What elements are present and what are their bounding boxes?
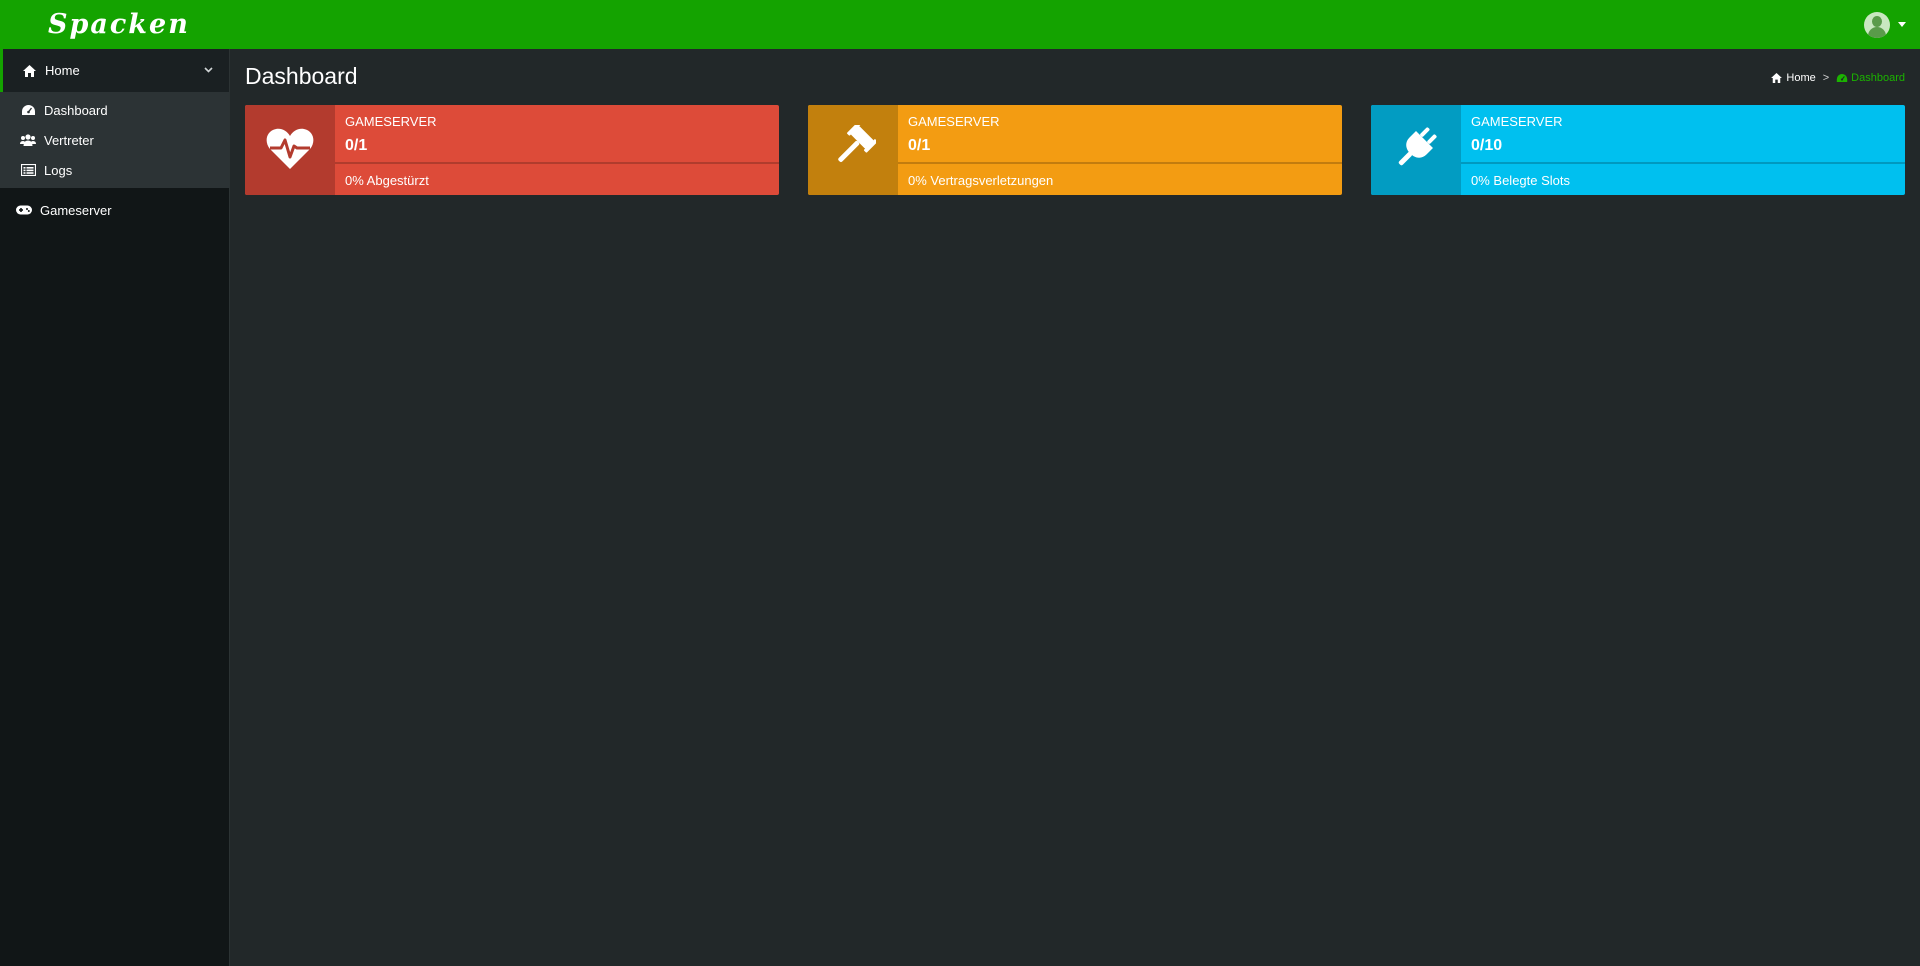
- info-box-content: GAMESERVER 0/1 0% Vertragsverletzungen: [898, 105, 1342, 195]
- sidebar: Home Dashboard Vertreter Logs Gameserver: [0, 49, 230, 966]
- chevron-down-icon[interactable]: [204, 64, 213, 76]
- page-title: Dashboard: [245, 63, 358, 89]
- user-avatar-icon[interactable]: [1864, 11, 1890, 38]
- app-logo[interactable]: Spacken: [48, 9, 190, 40]
- dashboard-icon: [1836, 73, 1848, 83]
- breadcrumb: Home > Dashboard: [1770, 72, 1905, 84]
- sidebar-item-home-label: Home: [45, 63, 80, 78]
- breadcrumb-separator: >: [1822, 72, 1830, 84]
- sidebar-item-logs[interactable]: Logs: [0, 155, 229, 185]
- info-box-label: GAMESERVER: [908, 114, 1000, 129]
- heartbeat-icon: [266, 127, 314, 174]
- list-icon: [20, 164, 36, 176]
- info-box-number: 0/10: [1471, 137, 1503, 154]
- info-box-row: GAMESERVER 0/1 0% Abgestürzt GAMESERVER …: [245, 105, 1905, 195]
- info-box-label: GAMESERVER: [345, 114, 437, 129]
- sidebar-item-dashboard[interactable]: Dashboard: [0, 95, 229, 125]
- sidebar-item-label: Gameserver: [40, 202, 112, 218]
- gamepad-icon: [16, 205, 32, 215]
- info-box-icon: [1371, 105, 1461, 195]
- breadcrumb-current-label: Dashboard: [1851, 72, 1905, 84]
- top-navbar: Spacken: [0, 0, 1920, 49]
- gavel-icon: [830, 121, 878, 176]
- sidebar-item-label: Logs: [44, 162, 73, 178]
- dashboard-icon: [20, 104, 36, 116]
- sidebar-item-gameserver[interactable]: Gameserver: [0, 188, 229, 232]
- info-box-description: 0% Abgestürzt: [345, 173, 429, 188]
- breadcrumb-current: Dashboard: [1836, 72, 1905, 84]
- info-box-content: GAMESERVER 0/1 0% Abgestürzt: [335, 105, 779, 195]
- info-box-label: GAMESERVER: [1471, 114, 1563, 129]
- breadcrumb-home-label: Home: [1786, 72, 1816, 84]
- info-box-crashed: GAMESERVER 0/1 0% Abgestürzt: [245, 105, 779, 195]
- breadcrumb-home-link[interactable]: Home: [1770, 72, 1816, 84]
- plug-icon: [1393, 125, 1439, 176]
- info-box-icon: [245, 105, 335, 195]
- info-box-description: 0% Vertragsverletzungen: [908, 173, 1054, 188]
- progress-bar-track: [1461, 162, 1905, 164]
- info-box-description: 0% Belegte Slots: [1471, 173, 1571, 188]
- info-box-number: 0/1: [908, 137, 931, 154]
- caret-down-icon[interactable]: [1898, 22, 1906, 27]
- users-icon: [20, 134, 36, 146]
- main-content: Dashboard Home > Dashboard GAMESERVER 0/…: [231, 49, 1920, 966]
- info-box-number: 0/1: [345, 137, 368, 154]
- home-icon: [1770, 73, 1782, 83]
- info-box-icon: [808, 105, 898, 195]
- sidebar-item-vertreter[interactable]: Vertreter: [0, 125, 229, 155]
- sidebar-item-home[interactable]: Home: [0, 49, 229, 92]
- info-box-slots: GAMESERVER 0/10 0% Belegte Slots: [1371, 105, 1905, 195]
- sidebar-item-label: Vertreter: [44, 132, 94, 148]
- info-box-content: GAMESERVER 0/10 0% Belegte Slots: [1461, 105, 1905, 195]
- sidebar-item-label: Dashboard: [44, 102, 108, 118]
- info-box-violations: GAMESERVER 0/1 0% Vertragsverletzungen: [808, 105, 1342, 195]
- progress-bar-track: [898, 162, 1342, 164]
- home-icon: [21, 64, 37, 77]
- progress-bar-track: [335, 162, 779, 164]
- user-menu-toggle[interactable]: [1864, 11, 1906, 38]
- sidebar-submenu-home: Dashboard Vertreter Logs: [0, 92, 229, 188]
